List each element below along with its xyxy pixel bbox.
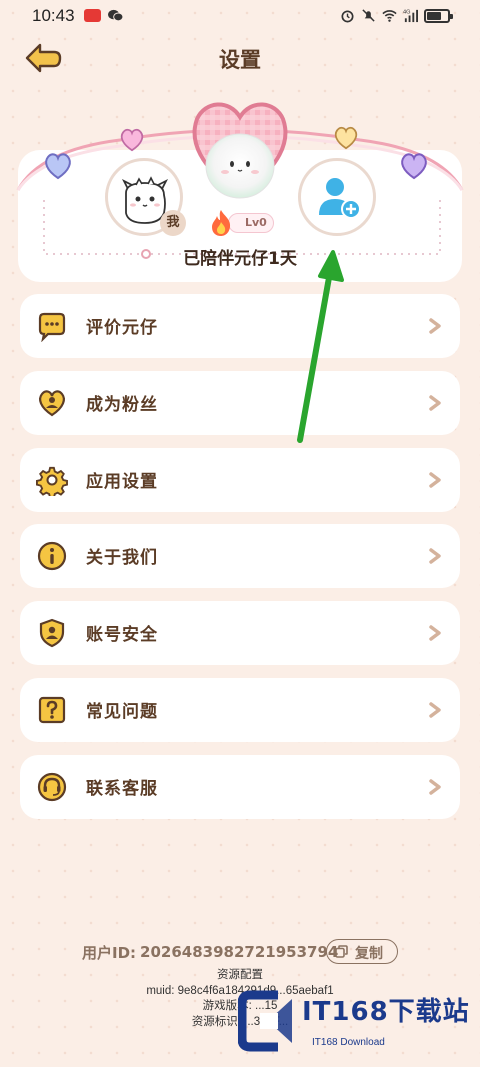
menu-item-faq[interactable]: 常见问题	[20, 678, 460, 742]
status-time: 10:43	[32, 6, 75, 25]
chevron-right-icon	[429, 625, 441, 641]
add-companion-button[interactable]	[298, 158, 376, 236]
watermark-logo-icon	[238, 990, 292, 1052]
chevron-right-icon	[429, 702, 441, 718]
chevron-right-icon	[429, 779, 441, 795]
info-icon	[37, 541, 67, 571]
add-user-icon	[319, 178, 361, 219]
page-title: 设置	[219, 48, 261, 72]
alarm-icon	[341, 10, 354, 23]
menu-label: 关于我们	[86, 548, 158, 568]
chat-bubble-icon	[38, 312, 66, 342]
headset-icon	[37, 772, 67, 802]
menu-item-fan[interactable]: 成为粉丝	[20, 371, 460, 435]
yellow-heart-icon	[334, 126, 358, 150]
menu-label: 联系客服	[86, 779, 158, 799]
chevron-right-icon	[429, 472, 441, 488]
menu-item-account-security[interactable]: 账号安全	[20, 601, 460, 665]
flame-icon	[212, 210, 231, 236]
menu-item-rate[interactable]: 评价元仔	[20, 294, 460, 358]
wifi-icon	[382, 10, 397, 22]
wechat-icon	[108, 9, 124, 22]
me-badge: 我	[160, 210, 186, 236]
menu-label: 成为粉丝	[86, 395, 158, 415]
copy-label: 复制	[355, 946, 383, 962]
menu-item-app-settings[interactable]: 应用设置	[20, 448, 460, 512]
heart-icon	[39, 390, 65, 417]
menu-label: 评价元仔	[86, 318, 158, 338]
mute-icon	[362, 9, 375, 22]
battery-icon	[424, 8, 453, 23]
blue-heart-icon	[45, 153, 71, 180]
watermark-subtext: IT168 Download	[312, 1037, 385, 1048]
shield-user-icon	[39, 618, 65, 648]
menu-label: 应用设置	[86, 472, 158, 492]
status-bar: 10:43 4G	[0, 0, 480, 34]
mascot-avatar	[205, 133, 275, 199]
copy-user-id-button[interactable]: 复制	[326, 939, 398, 964]
user-id-label: 用户ID:	[82, 943, 137, 962]
copy-icon	[335, 945, 348, 958]
chevron-right-icon	[429, 318, 441, 334]
companion-days-text: 已陪伴元仔1天	[183, 249, 297, 269]
chevron-right-icon	[429, 395, 441, 411]
svg-text:4G: 4G	[403, 10, 410, 16]
resource-config-label: 资源配置	[217, 969, 263, 981]
menu-item-customer-service[interactable]: 联系客服	[20, 755, 460, 819]
watermark-text: IT168下载站	[302, 997, 470, 1027]
chevron-right-icon	[429, 548, 441, 564]
pink-heart-icon	[120, 128, 144, 152]
user-id-value: 2026483982721953794	[140, 943, 339, 961]
signal-icon: 4G	[403, 10, 418, 23]
purple-heart-icon	[401, 153, 427, 180]
question-icon	[38, 696, 66, 724]
notification-app-icon	[84, 9, 101, 22]
menu-label: 常见问题	[86, 702, 158, 722]
level-badge: Lv0	[206, 208, 276, 238]
user-id-row: 用户ID: 2026483982721953794	[82, 940, 338, 964]
menu-item-about[interactable]: 关于我们	[20, 524, 460, 588]
menu-label: 账号安全	[86, 625, 158, 645]
gear-icon	[36, 466, 68, 496]
watermark: IT168下载站 IT168 Download	[238, 985, 474, 1059]
